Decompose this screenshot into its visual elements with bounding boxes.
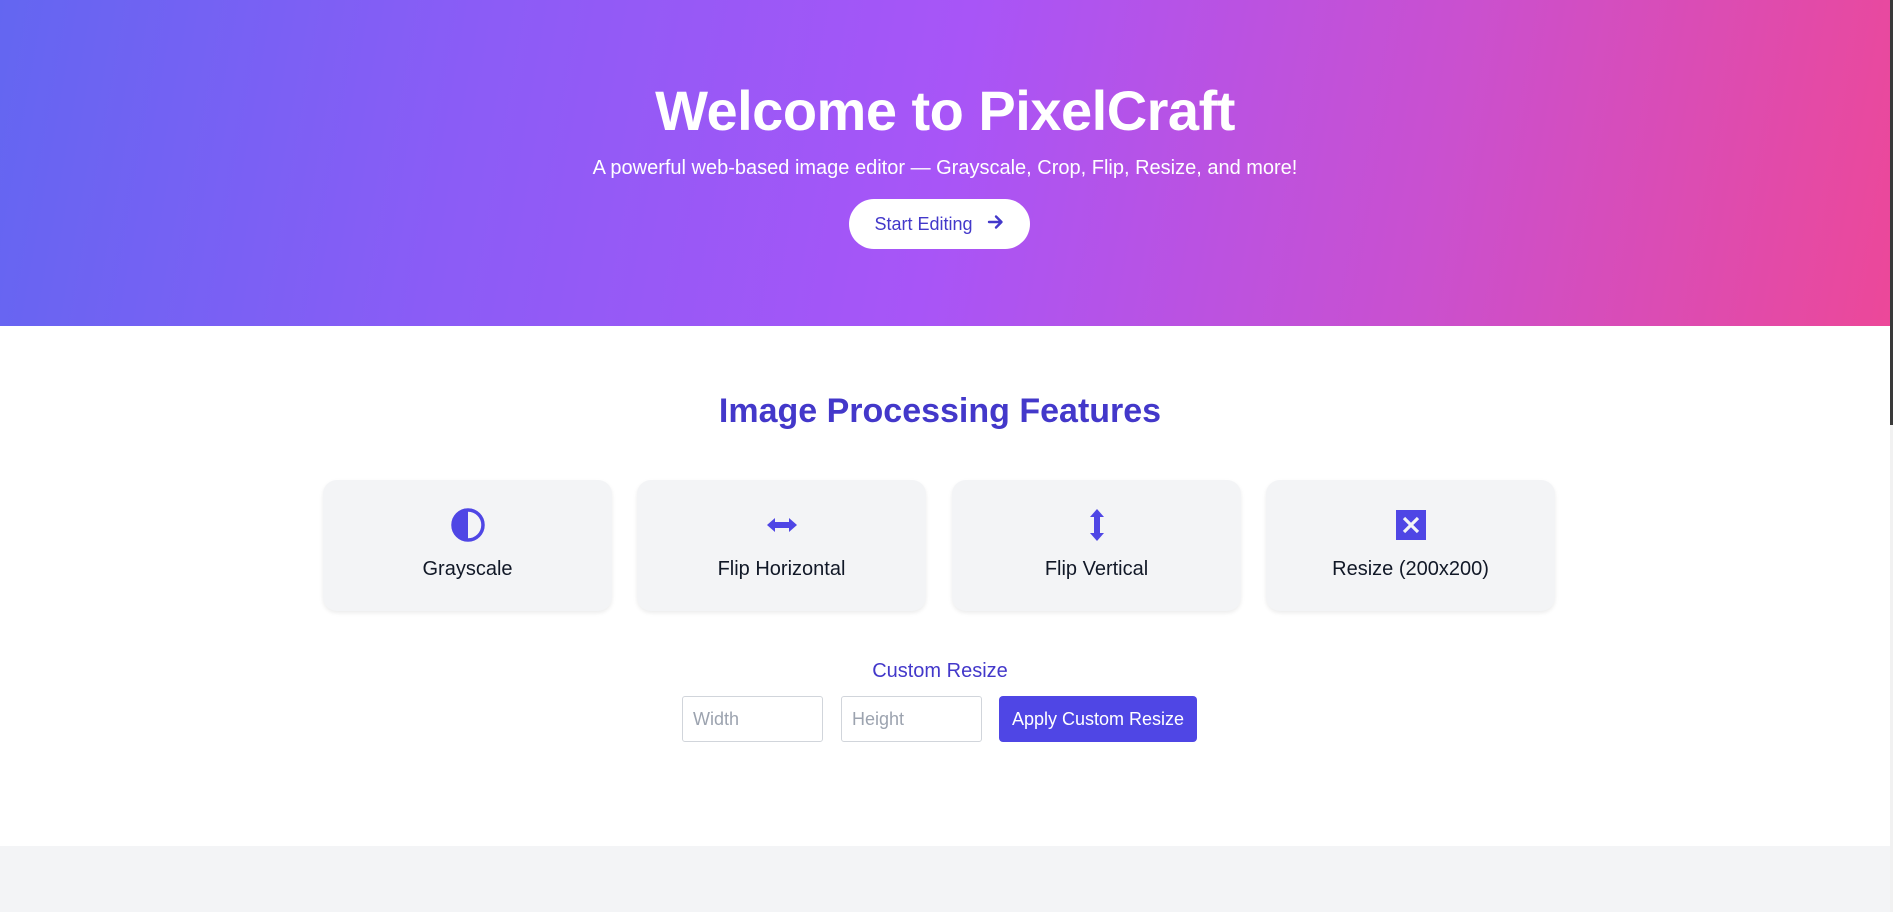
adjust-contrast-icon — [323, 508, 612, 542]
width-input[interactable] — [682, 696, 823, 742]
hero-banner: Welcome to PixelCraft A powerful web-bas… — [0, 0, 1890, 326]
flip-horizontal-card[interactable]: Flip Horizontal — [637, 480, 926, 611]
flip-vertical-card[interactable]: Flip Vertical — [952, 480, 1241, 611]
arrow-right-icon — [987, 213, 1005, 236]
expand-arrows-icon — [1266, 508, 1555, 542]
arrows-horizontal-icon — [637, 508, 926, 542]
flip-horizontal-label: Flip Horizontal — [717, 558, 846, 580]
height-input[interactable] — [841, 696, 982, 742]
start-editing-label: Start Editing — [874, 213, 973, 234]
grayscale-label: Grayscale — [422, 558, 513, 580]
hero-subtitle: A powerful web-based image editor — Gray… — [592, 157, 1298, 179]
grayscale-card[interactable]: Grayscale — [323, 480, 612, 611]
page: Welcome to PixelCraft A powerful web-bas… — [0, 0, 1893, 912]
flip-vertical-label: Flip Vertical — [1044, 558, 1149, 580]
hero-title: Welcome to PixelCraft — [655, 79, 1235, 142]
apply-custom-resize-button[interactable]: Apply Custom Resize — [999, 696, 1197, 742]
features-title: Image Processing Features — [718, 392, 1162, 430]
resize-label: Resize (200x200) — [1332, 558, 1489, 580]
start-editing-button[interactable]: Start Editing — [849, 199, 1030, 249]
arrows-vertical-icon — [952, 508, 1241, 542]
resize-card[interactable]: Resize (200x200) — [1266, 480, 1555, 611]
footer-section — [0, 846, 1890, 912]
custom-resize-title: Custom Resize — [872, 660, 1008, 682]
